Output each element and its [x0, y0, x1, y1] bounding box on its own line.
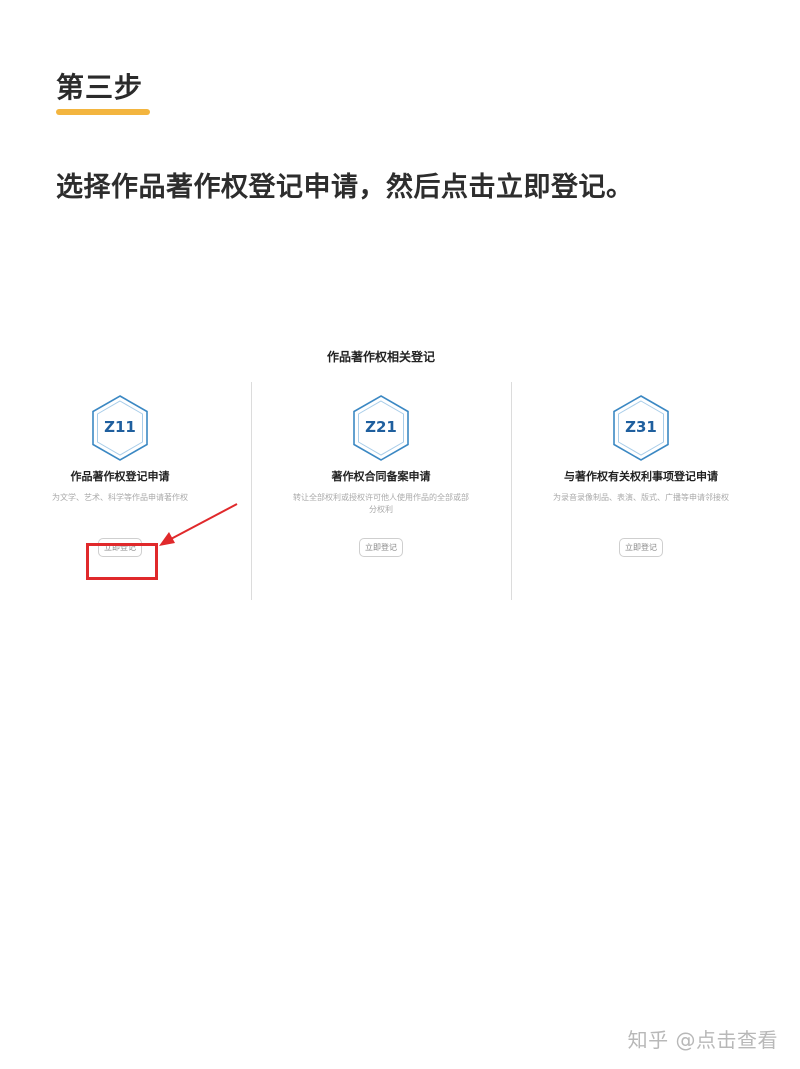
hexagon-icon: Z21 — [351, 394, 411, 462]
card-title: 作品著作权登记申请 — [70, 470, 170, 483]
card-description: 转让全部权利或授权许可他人使用作品的全部或部分权利 — [293, 493, 469, 514]
hexagon-icon: Z11 — [90, 394, 150, 462]
red-arrow-icon — [159, 503, 238, 546]
category-code: Z21 — [365, 418, 397, 436]
category-code: Z11 — [104, 418, 136, 436]
registration-card-z31: Z31 与著作权有关权利事项登记申请 为录音录像制品、表演、版式、广播等申请邻接… — [511, 394, 771, 557]
category-code: Z31 — [625, 418, 657, 436]
hexagon-icon: Z31 — [611, 394, 671, 462]
watermark: 知乎 @点击查看 — [627, 1028, 778, 1052]
step-heading: 第三步 — [56, 71, 144, 104]
highlight-box — [86, 543, 158, 580]
panel-title: 作品著作权相关登记 — [326, 350, 435, 364]
card-title: 与著作权有关权利事项登记申请 — [564, 470, 718, 483]
card-description: 为录音录像制品、表演、版式、广播等申请邻接权 — [553, 493, 729, 502]
card-title: 著作权合同备案申请 — [331, 470, 431, 483]
register-now-button[interactable]: 立即登记 — [359, 538, 403, 557]
register-now-button[interactable]: 立即登记 — [619, 538, 663, 557]
heading-underline — [56, 109, 150, 115]
instruction-text: 选择作品著作权登记申请，然后点击立即登记。 — [56, 172, 634, 203]
registration-card-z21: Z21 著作权合同备案申请 转让全部权利或授权许可他人使用作品的全部或部分权利 … — [251, 394, 511, 557]
